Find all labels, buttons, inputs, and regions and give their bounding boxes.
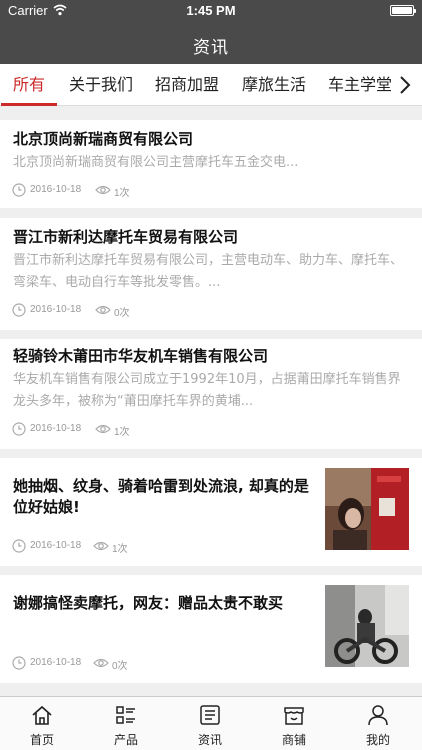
article-thumbnail — [325, 468, 409, 550]
tabbar-label: 首页 — [29, 733, 54, 747]
list-icon — [116, 706, 135, 724]
tabbar-label: 资讯 — [197, 733, 222, 747]
article-title: 轻骑铃木莆田市华友机车销售有限公司 — [13, 347, 269, 365]
tabbar-label: 我的 — [365, 733, 390, 747]
article-views: 1次 — [114, 188, 130, 199]
bottom-tab-bar: 首页 产品 资讯 商铺 我的 — [0, 696, 422, 750]
chevron-right-icon[interactable] — [398, 76, 412, 94]
tab-franchise[interactable]: 招商加盟 — [155, 64, 219, 106]
clock-icon — [12, 539, 26, 553]
tabbar-news[interactable]: 资讯 — [168, 697, 252, 750]
article-card[interactable]: 谢娜搞怪卖摩托，网友：赠品太贵不敢买 2016-10-18 0次 — [0, 575, 422, 683]
tab-label: 招商加盟 — [155, 75, 220, 94]
article-thumbnail — [325, 585, 409, 667]
eye-icon — [95, 424, 111, 434]
article-title: 北京顶尚新瑞商贸有限公司 — [13, 130, 194, 148]
article-summary: 华友机车销售有限公司成立于1992年10月，占据莆田摩托车销售界龙头多年，被称为… — [13, 372, 401, 409]
article-date: 2016-10-18 — [30, 304, 82, 315]
article-summary: 北京顶尚新瑞商贸有限公司主营摩托车五金交电... — [13, 155, 299, 170]
article-date: 2016-10-18 — [30, 657, 82, 668]
clock-icon — [12, 183, 26, 197]
article-views: 0次 — [114, 308, 130, 319]
status-time: 1:45 PM — [186, 3, 236, 18]
article-card[interactable]: 她抽烟、纹身、骑着哈雷到处流浪, 却真的是位好姑娘! 2016-10-18 1次 — [0, 458, 422, 566]
article-views: 1次 — [114, 427, 130, 438]
tabbar-home[interactable]: 首页 — [0, 697, 84, 750]
clock-icon — [12, 303, 26, 317]
article-date: 2016-10-18 — [30, 540, 82, 551]
article-views: 1次 — [112, 544, 128, 555]
article-summary: 晋江市新利达摩托车贸易有限公司，主营电动车、助力车、摩托车、弯梁车、电动自行车等… — [13, 253, 404, 290]
clock-icon — [12, 656, 26, 670]
clock-icon — [12, 422, 26, 436]
category-tabs: 所有 关于我们 招商加盟 摩旅生活 车主学堂 — [0, 64, 422, 106]
eye-icon — [95, 185, 111, 195]
article-views: 0次 — [112, 661, 128, 672]
tab-label: 摩旅生活 — [242, 75, 307, 94]
news-icon — [200, 705, 220, 725]
tab-label: 关于我们 — [69, 75, 134, 94]
tabbar-products[interactable]: 产品 — [84, 697, 168, 750]
tab-moto-life[interactable]: 摩旅生活 — [242, 64, 306, 106]
tab-owner-school[interactable]: 车主学堂 — [328, 64, 392, 106]
tab-about-us[interactable]: 关于我们 — [69, 64, 133, 106]
active-tab-indicator — [1, 103, 58, 106]
article-title: 她抽烟、纹身、骑着哈雷到处流浪, 却真的是位好姑娘! — [13, 477, 309, 516]
user-icon — [368, 705, 388, 726]
article-card[interactable]: 北京顶尚新瑞商贸有限公司 北京顶尚新瑞商贸有限公司主营摩托车五金交电... 20… — [0, 120, 422, 208]
article-title: 谢娜搞怪卖摩托，网友：赠品太贵不敢买 — [13, 594, 284, 612]
article-title: 晋江市新利达摩托车贸易有限公司 — [13, 228, 239, 246]
article-card[interactable]: 晋江市新利达摩托车贸易有限公司 晋江市新利达摩托车贸易有限公司，主营电动车、助力… — [0, 218, 422, 330]
page-title: 资讯 — [193, 38, 229, 58]
tabbar-label: 商铺 — [281, 733, 306, 747]
tabbar-label: 产品 — [113, 733, 138, 747]
eye-icon — [93, 541, 109, 551]
eye-icon — [95, 305, 111, 315]
tabbar-shops[interactable]: 商铺 — [252, 697, 336, 750]
shop-icon — [284, 707, 304, 725]
tabbar-profile[interactable]: 我的 — [336, 697, 420, 750]
tab-all[interactable]: 所有 — [1, 64, 58, 106]
article-date: 2016-10-18 — [30, 423, 82, 434]
article-card[interactable]: 轻骑铃木莆田市华友机车销售有限公司 华友机车销售有限公司成立于1992年10月，… — [0, 339, 422, 449]
battery-icon — [390, 5, 416, 16]
article-date: 2016-10-18 — [30, 184, 82, 195]
tab-label: 所有 — [13, 75, 46, 94]
home-icon — [32, 705, 52, 725]
status-bar: Carrier 1:45 PM — [0, 0, 422, 22]
eye-icon — [93, 658, 109, 668]
nav-bar: 资讯 — [0, 22, 422, 64]
tab-label: 车主学堂 — [328, 75, 393, 94]
